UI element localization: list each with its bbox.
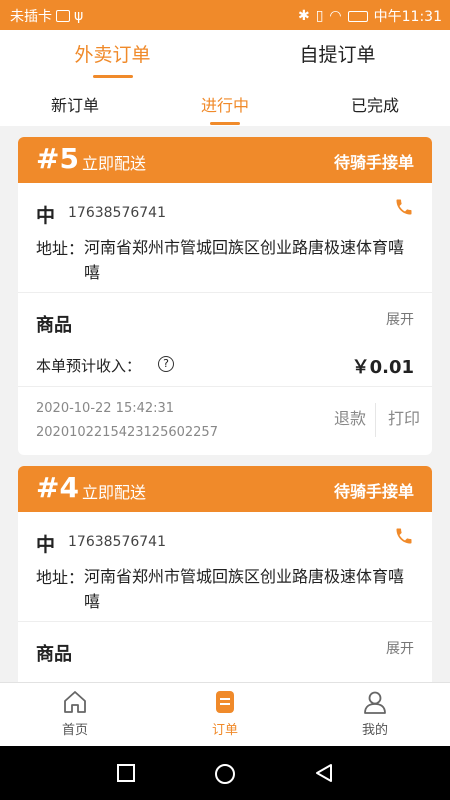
address-label: 地址：: [36, 568, 85, 587]
customer-name: 中: [36, 534, 56, 556]
address-text: 河南省郑州市管城回族区创业路唐极速体育嘻嘻: [84, 567, 405, 611]
help-icon[interactable]: ?: [158, 356, 174, 372]
order-number: #4: [36, 471, 79, 504]
order-card-header: #4 立即配送 待骑手接单: [18, 466, 432, 512]
app-notification-icon: [56, 10, 70, 22]
order-meta: 2020-10-22 15:42:31 20201022154231256022…: [18, 387, 432, 455]
order-icon: [216, 691, 234, 713]
battery-icon: [347, 10, 368, 22]
tab-pickup-orders[interactable]: 自提订单: [225, 40, 450, 67]
customer-phone: 17638576741: [68, 534, 166, 550]
income-value: ￥0.01: [351, 357, 414, 378]
delivery-type: 立即配送: [82, 483, 147, 502]
goods-title: 商品: [36, 315, 72, 336]
home-icon: [64, 691, 86, 713]
order-status: 待骑手接单: [333, 482, 414, 501]
subtab-new-orders[interactable]: 新订单: [0, 92, 150, 116]
bluetooth-icon: ✱: [297, 8, 310, 24]
square-icon: [117, 764, 135, 782]
address-text: 河南省郑州市管城回族区创业路唐极速体育嘻嘻: [84, 238, 405, 282]
tab-label: 外卖订单: [74, 44, 151, 66]
status-bar: 未插卡 ψ ✱ ▯ ◠ 中午11:31: [0, 0, 450, 30]
customer-phone: 17638576741: [68, 205, 166, 221]
phone-icon[interactable]: [394, 197, 414, 217]
goods-section: 商品 展开: [18, 622, 432, 682]
customer-section: 中 17638576741 地址： 河南省郑州市管城回族区创业路唐极速体育嘻嘻: [18, 512, 432, 622]
home-system-button[interactable]: [214, 763, 236, 789]
back-button[interactable]: [314, 763, 334, 787]
circle-icon: [215, 764, 235, 784]
profile-icon: [364, 691, 386, 714]
usb-icon: ψ: [74, 8, 84, 24]
divider: [375, 403, 376, 437]
nav-orders[interactable]: 订单: [150, 683, 300, 747]
order-list[interactable]: #5 立即配送 待骑手接单 中 17638576741 地址： 河南省郑州市管城…: [0, 126, 450, 682]
refund-button[interactable]: 退款: [334, 405, 366, 429]
nav-label: 我的: [361, 723, 388, 738]
delivery-type: 立即配送: [82, 154, 147, 173]
system-navigation-bar: [0, 746, 450, 800]
order-card: #4 立即配送 待骑手接单 中 17638576741 地址： 河南省郑州市管城…: [18, 466, 432, 682]
order-number: #5: [36, 142, 79, 175]
subtab-in-progress[interactable]: 进行中: [150, 92, 300, 125]
subtab-indicator: [210, 122, 240, 125]
order-status: 待骑手接单: [333, 153, 414, 172]
subtab-label: 进行中: [200, 96, 249, 115]
order-time: 2020-10-22 15:42:31: [36, 401, 175, 416]
clock-time: 中午11:31: [373, 9, 442, 25]
customer-section: 中 17638576741 地址： 河南省郑州市管城回族区创业路唐极速体育嘻嘻: [18, 183, 432, 293]
order-card: #5 立即配送 待骑手接单 中 17638576741 地址： 河南省郑州市管城…: [18, 137, 432, 455]
nav-label: 首页: [61, 723, 88, 738]
wifi-icon: ◠: [329, 8, 342, 24]
order-tabs-header: 外卖订单 自提订单 新订单 进行中 已完成: [0, 30, 450, 126]
subtab-completed[interactable]: 已完成: [300, 92, 450, 116]
triangle-back-icon: [316, 764, 332, 782]
print-button[interactable]: 打印: [388, 405, 420, 429]
tab-label: 自提订单: [299, 44, 376, 66]
nav-home[interactable]: 首页: [0, 683, 150, 747]
bottom-navigation: 首页 订单 我的: [0, 682, 450, 746]
expand-button[interactable]: 展开: [386, 638, 414, 658]
subtab-label: 新订单: [50, 96, 99, 115]
tab-indicator: [92, 75, 133, 78]
goods-title: 商品: [36, 644, 72, 665]
income-label: 本单预计收入：: [36, 357, 142, 375]
expand-button[interactable]: 展开: [386, 309, 414, 329]
nav-label: 订单: [211, 723, 238, 738]
nav-profile[interactable]: 我的: [300, 683, 450, 747]
vibrate-icon: ▯: [315, 8, 324, 24]
recent-apps-button[interactable]: [116, 763, 136, 787]
order-card-header: #5 立即配送 待骑手接单: [18, 137, 432, 183]
address-label: 地址：: [36, 239, 85, 258]
phone-icon[interactable]: [394, 526, 414, 546]
subtab-label: 已完成: [350, 96, 399, 115]
carrier-text: 未插卡: [10, 9, 52, 25]
goods-section: 商品 展开 本单预计收入： ? ￥0.01: [18, 293, 432, 387]
customer-name: 中: [36, 205, 56, 227]
order-serial-number: 2020102215423125602257: [36, 425, 218, 440]
tab-delivery-orders[interactable]: 外卖订单: [0, 40, 225, 78]
